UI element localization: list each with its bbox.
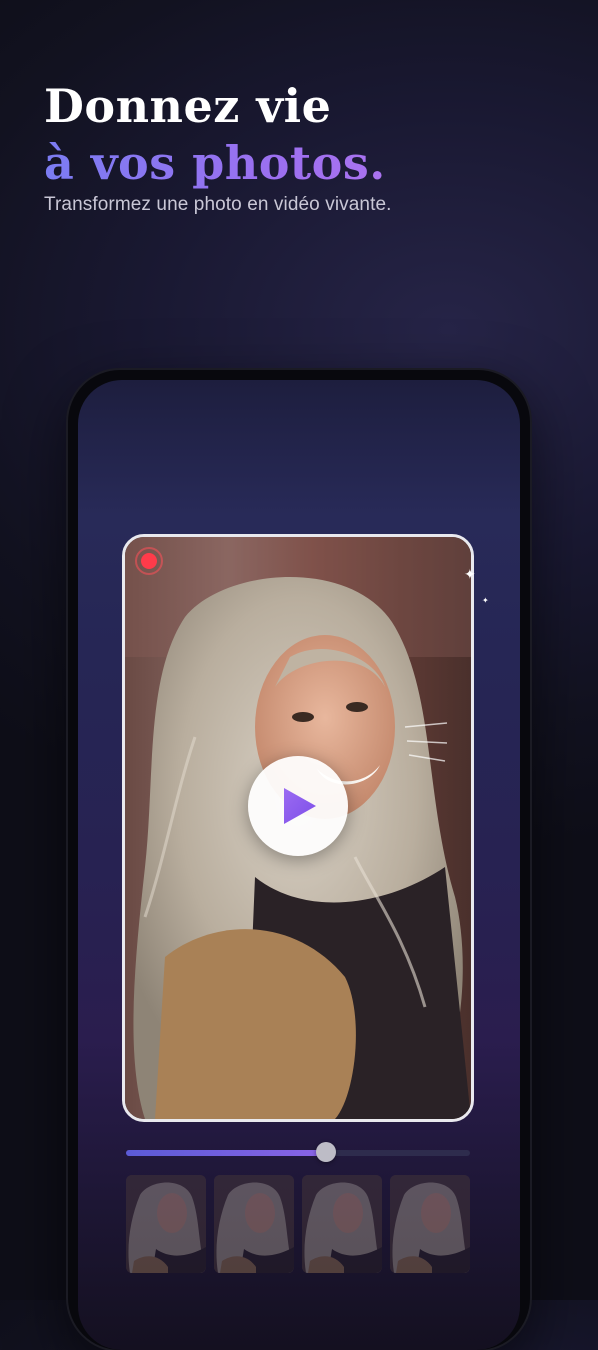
video-timeline[interactable] [126, 1142, 470, 1162]
video-preview[interactable] [122, 534, 474, 1122]
timeline-progress [126, 1150, 326, 1156]
phone-screen: ✦ ✦ [78, 380, 520, 1350]
filmstrip-frame[interactable] [390, 1175, 470, 1273]
filmstrip-frame[interactable] [302, 1175, 382, 1273]
record-icon [135, 547, 163, 575]
frame-filmstrip [126, 1175, 470, 1273]
hero-subtitle: Transformez une photo en vidéo vivante. [44, 194, 392, 215]
sparkle-icon-small: ✦ [482, 596, 489, 605]
hero-title-line-2: à vos photos. [44, 134, 564, 192]
filmstrip-frame[interactable] [214, 1175, 294, 1273]
hero-title-line-1: Donnez vie [44, 79, 332, 133]
phone-mockup: ✦ ✦ [68, 370, 530, 1350]
play-icon [284, 788, 316, 824]
play-button[interactable] [248, 756, 348, 856]
sparkle-icon: ✦ [464, 567, 476, 583]
timeline-scrubber-handle[interactable] [315, 1142, 336, 1162]
filmstrip-frame[interactable] [126, 1175, 206, 1273]
hero-section: Donnez vie à vos photos. Transformez une… [44, 78, 564, 216]
